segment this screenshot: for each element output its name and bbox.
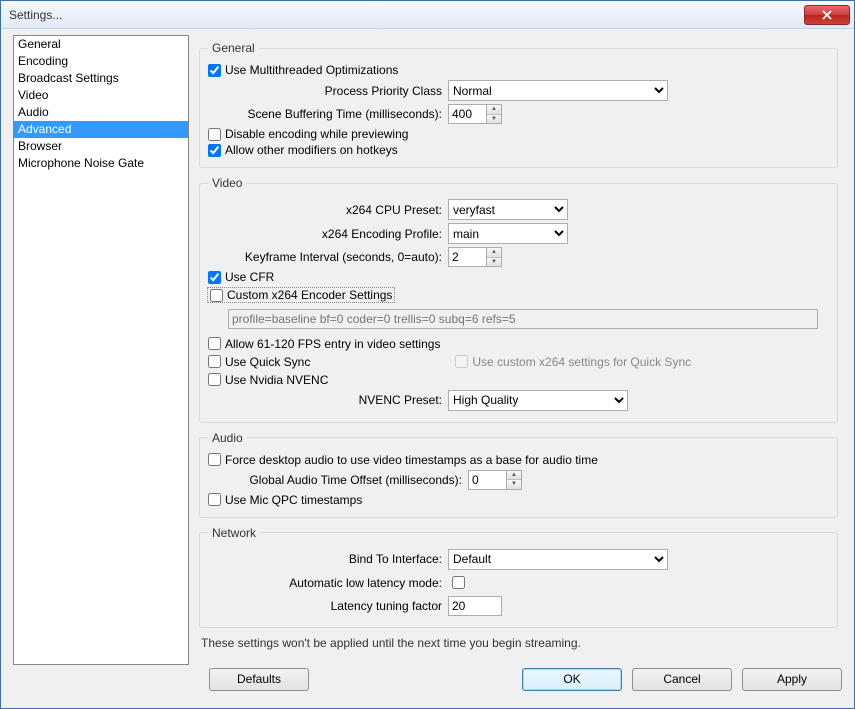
spin-up-icon[interactable]: ▲ bbox=[487, 105, 501, 115]
nvenc-preset-label: NVENC Preset: bbox=[208, 393, 448, 407]
group-general-legend: General bbox=[208, 41, 259, 55]
encoding-profile-label: x264 Encoding Profile: bbox=[208, 227, 448, 241]
titlebar[interactable]: Settings... bbox=[1, 1, 854, 29]
scene-buffer-input[interactable] bbox=[448, 104, 486, 124]
use-quick-sync-checkbox[interactable]: Use Quick Sync bbox=[208, 355, 310, 369]
keyframe-label: Keyframe Interval (seconds, 0=auto): bbox=[208, 250, 448, 264]
use-nvenc-label: Use Nvidia NVENC bbox=[225, 373, 328, 387]
cpu-preset-select[interactable]: veryfast bbox=[448, 199, 568, 220]
custom-x264-text-input bbox=[228, 309, 818, 329]
allow-modifiers-label: Allow other modifiers on hotkeys bbox=[225, 143, 398, 157]
use-nvenc-checkbox[interactable]: Use Nvidia NVENC bbox=[208, 373, 829, 387]
use-quick-sync-label: Use Quick Sync bbox=[225, 355, 310, 369]
sidebar-item-browser[interactable]: Browser bbox=[14, 138, 188, 155]
group-network: Network Bind To Interface: Default Autom… bbox=[199, 526, 838, 628]
bind-label: Bind To Interface: bbox=[208, 552, 448, 566]
group-audio: Audio Force desktop audio to use video t… bbox=[199, 431, 838, 518]
custom-x264-label: Custom x264 Encoder Settings bbox=[227, 288, 392, 302]
window-title: Settings... bbox=[9, 8, 804, 22]
streaming-note: These settings won't be applied until th… bbox=[201, 636, 836, 650]
sidebar-item-general[interactable]: General bbox=[14, 36, 188, 53]
footer-buttons: Defaults OK Cancel Apply bbox=[13, 664, 842, 694]
spin-down-icon[interactable]: ▼ bbox=[487, 115, 501, 124]
cpu-preset-label: x264 CPU Preset: bbox=[208, 203, 448, 217]
encoding-profile-select[interactable]: main bbox=[448, 223, 568, 244]
settings-window: Settings... General Encoding Broadcast S… bbox=[0, 0, 855, 709]
use-mic-qpc-label: Use Mic QPC timestamps bbox=[225, 493, 362, 507]
multithreaded-input[interactable] bbox=[208, 64, 221, 77]
group-video: Video x264 CPU Preset: veryfast x264 Enc… bbox=[199, 176, 838, 423]
priority-label: Process Priority Class bbox=[208, 84, 448, 98]
nvenc-preset-select[interactable]: High Quality bbox=[448, 390, 628, 411]
allow-61-120-label: Allow 61-120 FPS entry in video settings bbox=[225, 337, 440, 351]
multithreaded-checkbox[interactable]: Use Multithreaded Optimizations bbox=[208, 63, 829, 77]
auto-low-latency-checkbox[interactable] bbox=[452, 576, 465, 589]
spin-down-icon[interactable]: ▼ bbox=[507, 480, 521, 489]
cancel-button[interactable]: Cancel bbox=[632, 668, 732, 691]
disable-encoding-label: Disable encoding while previewing bbox=[225, 127, 408, 141]
force-desktop-input[interactable] bbox=[208, 453, 221, 466]
defaults-button[interactable]: Defaults bbox=[209, 668, 309, 691]
custom-x264-input[interactable] bbox=[210, 289, 223, 302]
ok-button[interactable]: OK bbox=[522, 668, 622, 691]
latency-factor-input[interactable] bbox=[448, 596, 502, 616]
use-custom-qs-checkbox: Use custom x264 settings for Quick Sync bbox=[455, 355, 691, 369]
use-nvenc-input[interactable] bbox=[208, 373, 221, 386]
spin-up-icon[interactable]: ▲ bbox=[487, 248, 501, 258]
allow-modifiers-input[interactable] bbox=[208, 144, 221, 157]
use-custom-qs-input bbox=[455, 355, 468, 368]
bind-select[interactable]: Default bbox=[448, 549, 668, 570]
global-offset-spinner[interactable]: ▲▼ bbox=[468, 470, 522, 490]
allow-61-120-checkbox[interactable]: Allow 61-120 FPS entry in video settings bbox=[208, 337, 829, 351]
disable-encoding-input[interactable] bbox=[208, 128, 221, 141]
priority-select[interactable]: Normal bbox=[448, 80, 668, 101]
sidebar-item-mic-noise-gate[interactable]: Microphone Noise Gate bbox=[14, 155, 188, 172]
sidebar-item-advanced[interactable]: Advanced bbox=[14, 121, 188, 138]
use-cfr-checkbox[interactable]: Use CFR bbox=[208, 270, 829, 284]
category-sidebar[interactable]: General Encoding Broadcast Settings Vide… bbox=[13, 35, 189, 665]
scene-buffer-spin-buttons[interactable]: ▲▼ bbox=[486, 104, 502, 124]
sidebar-item-encoding[interactable]: Encoding bbox=[14, 53, 188, 70]
sidebar-item-audio[interactable]: Audio bbox=[14, 104, 188, 121]
group-audio-legend: Audio bbox=[208, 431, 247, 445]
allow-61-120-input[interactable] bbox=[208, 337, 221, 350]
auto-low-latency-label: Automatic low latency mode: bbox=[208, 576, 448, 590]
multithreaded-label: Use Multithreaded Optimizations bbox=[225, 63, 398, 77]
use-custom-qs-label: Use custom x264 settings for Quick Sync bbox=[472, 355, 691, 369]
global-offset-label: Global Audio Time Offset (milliseconds): bbox=[208, 473, 468, 487]
global-offset-input[interactable] bbox=[468, 470, 506, 490]
use-mic-qpc-input[interactable] bbox=[208, 493, 221, 506]
keyframe-input[interactable] bbox=[448, 247, 486, 267]
use-cfr-input[interactable] bbox=[208, 271, 221, 284]
group-video-legend: Video bbox=[208, 176, 246, 190]
close-button[interactable] bbox=[804, 5, 850, 25]
use-mic-qpc-checkbox[interactable]: Use Mic QPC timestamps bbox=[208, 493, 829, 507]
main-panel: General Use Multithreaded Optimizations … bbox=[195, 35, 842, 656]
apply-button[interactable]: Apply bbox=[742, 668, 842, 691]
use-quick-sync-input[interactable] bbox=[208, 355, 221, 368]
sidebar-item-broadcast[interactable]: Broadcast Settings bbox=[14, 70, 188, 87]
close-icon bbox=[822, 10, 832, 20]
force-desktop-label: Force desktop audio to use video timesta… bbox=[225, 453, 598, 467]
spin-down-icon[interactable]: ▼ bbox=[487, 258, 501, 267]
custom-x264-checkbox[interactable]: Custom x264 Encoder Settings bbox=[208, 288, 394, 302]
group-network-legend: Network bbox=[208, 526, 260, 540]
disable-encoding-checkbox[interactable]: Disable encoding while previewing bbox=[208, 127, 829, 141]
keyframe-spinner[interactable]: ▲▼ bbox=[448, 247, 502, 267]
scene-buffer-spinner[interactable]: ▲▼ bbox=[448, 104, 502, 124]
group-general: General Use Multithreaded Optimizations … bbox=[199, 41, 838, 168]
use-cfr-label: Use CFR bbox=[225, 270, 274, 284]
content-area: General Encoding Broadcast Settings Vide… bbox=[9, 31, 846, 700]
latency-factor-label: Latency tuning factor bbox=[208, 599, 448, 613]
sidebar-item-video[interactable]: Video bbox=[14, 87, 188, 104]
spin-up-icon[interactable]: ▲ bbox=[507, 471, 521, 481]
scene-buffer-label: Scene Buffering Time (milliseconds): bbox=[208, 107, 448, 121]
keyframe-spin-buttons[interactable]: ▲▼ bbox=[486, 247, 502, 267]
allow-modifiers-checkbox[interactable]: Allow other modifiers on hotkeys bbox=[208, 143, 829, 157]
global-offset-spin-buttons[interactable]: ▲▼ bbox=[506, 470, 522, 490]
force-desktop-checkbox[interactable]: Force desktop audio to use video timesta… bbox=[208, 453, 829, 467]
